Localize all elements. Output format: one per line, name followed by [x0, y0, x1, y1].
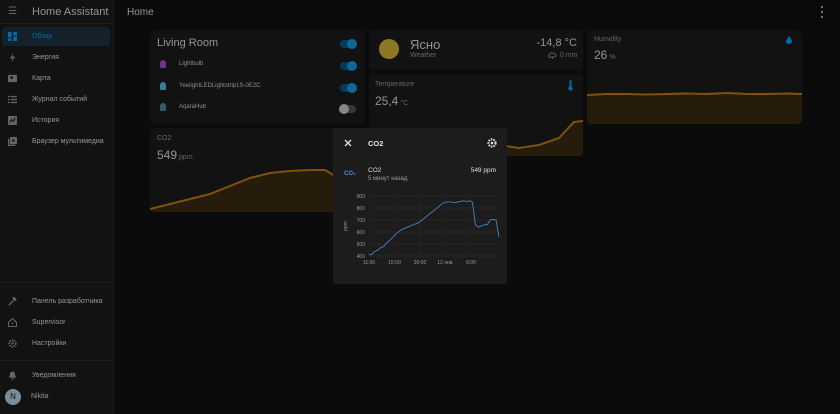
y-tick-label: 500 — [357, 242, 366, 248]
entity-last-changed: 5 минут назад — [368, 176, 408, 182]
x-axis-ticks: 11:00 15:00 20:00 12 янв. 6:00 — [363, 260, 476, 266]
y-tick-label: 600 — [357, 230, 366, 236]
y-axis-label: ppm — [343, 221, 349, 231]
y-tick-label: 400 — [357, 254, 366, 260]
y-tick-label: 700 — [357, 218, 366, 224]
entity-state: 549 ppm — [470, 167, 496, 174]
y-tick-label: 900 — [357, 194, 366, 200]
entity-name: CO2 — [368, 167, 382, 174]
x-tick-label: 6:00 — [466, 260, 476, 266]
settings-icon[interactable] — [487, 138, 497, 148]
more-info-dialog: CO2 CO₂ CO2 5 минут назад 549 ppm 400 500… — [333, 128, 507, 284]
dialog-title: CO2 — [368, 139, 384, 148]
molecule-co2-icon: CO₂ — [344, 171, 356, 177]
x-tick-label: 12 янв. — [437, 260, 453, 266]
y-axis-ticks: 400 500 600 700 800 900 — [357, 194, 366, 260]
close-icon[interactable] — [344, 139, 352, 147]
x-tick-label: 20:00 — [414, 260, 427, 266]
x-tick-label: 11:00 — [363, 260, 375, 266]
y-tick-label: 800 — [357, 206, 366, 212]
x-tick-label: 15:00 — [388, 260, 401, 266]
co2-history-chart[interactable]: 400 500 600 700 800 900 11:00 15:00 20:00 12 янв… — [333, 188, 507, 278]
chart-series-line — [368, 200, 500, 256]
chart-grid — [368, 195, 499, 257]
